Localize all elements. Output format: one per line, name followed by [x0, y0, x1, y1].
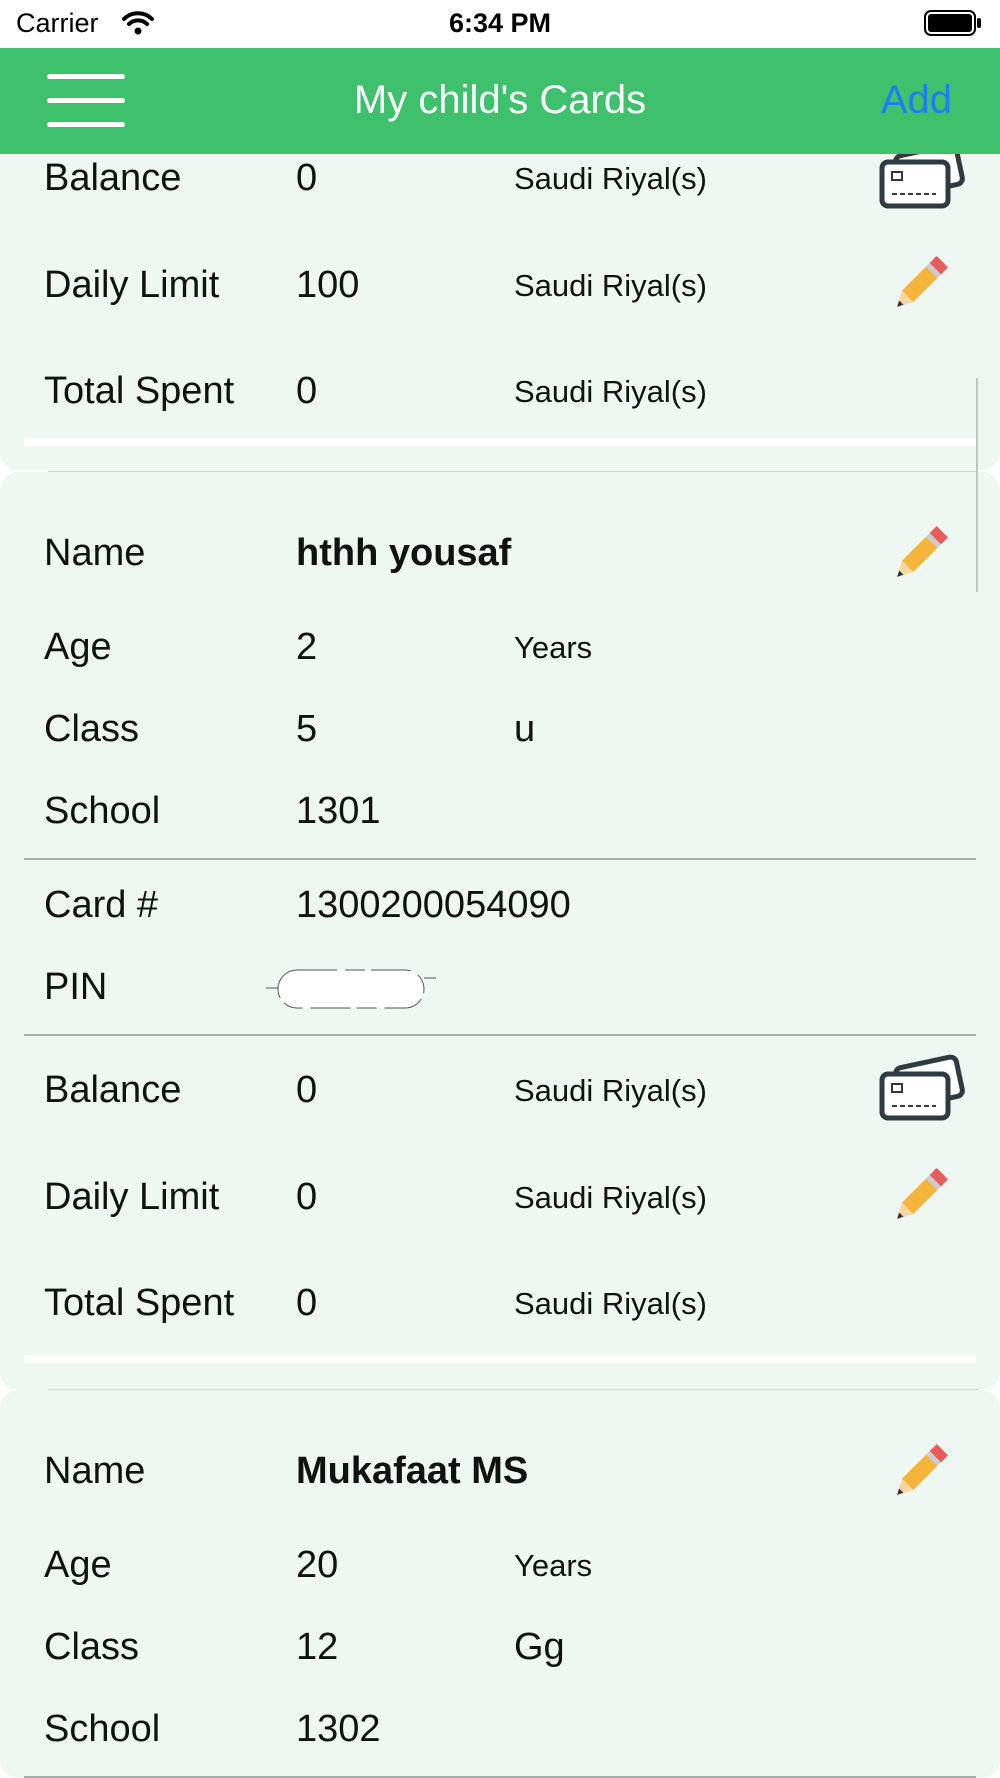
daily-limit-row: Daily Limit 100 Saudi Riyal(s) [0, 256, 1000, 316]
balance-label: Balance [44, 1069, 182, 1111]
total-spent-value: 0 [296, 370, 318, 412]
child-card: Name Mukafaat MS Age 20 Years Class 12 G… [0, 1390, 1000, 1778]
age-label: Age [44, 626, 112, 668]
balance-value: 0 [296, 157, 318, 199]
age-row: Age 2 Years [0, 618, 1000, 678]
total-spent-value: 0 [296, 1282, 318, 1324]
battery-icon [924, 10, 982, 36]
edit-limit-pencil-icon[interactable] [884, 250, 954, 325]
age-row: Age 20 Years [0, 1536, 1000, 1596]
school-row: School 1302 [0, 1700, 1000, 1760]
class-row: Class 5 u [0, 700, 1000, 760]
section-value: u [514, 708, 536, 750]
class-value: 12 [296, 1626, 339, 1668]
divider [24, 858, 976, 860]
currency-label: Saudi Riyal(s) [514, 268, 707, 303]
years-label: Years [514, 630, 593, 665]
currency-label: Saudi Riyal(s) [514, 1073, 707, 1108]
nav-bar: My child's Cards Add [0, 48, 1000, 154]
school-row: School 1301 [0, 782, 1000, 842]
daily-limit-value: 0 [296, 1176, 318, 1218]
age-value: 2 [296, 626, 318, 668]
class-label: Class [44, 708, 140, 750]
currency-label: Saudi Riyal(s) [514, 161, 707, 196]
school-label: School [44, 790, 161, 832]
daily-limit-value: 100 [296, 264, 360, 306]
daily-limit-label: Daily Limit [44, 1176, 220, 1218]
card-footer [24, 1355, 976, 1363]
class-value: 5 [296, 708, 318, 750]
balance-row: Balance 0 Saudi Riyal(s) [0, 1061, 1000, 1121]
currency-label: Saudi Riyal(s) [514, 1180, 707, 1215]
wallet-icon[interactable] [878, 1052, 966, 1137]
status-bar: Carrier 6:34 PM [0, 0, 1000, 48]
balance-label: Balance [44, 157, 182, 199]
section-value: Gg [514, 1626, 565, 1668]
class-label: Class [44, 1626, 140, 1668]
pin-field[interactable] [266, 968, 436, 1010]
card-number-row: Card # 1300200054090 [0, 876, 1000, 936]
total-spent-label: Total Spent [44, 370, 235, 412]
cards-list[interactable]: Balance 0 Saudi Riyal(s) Daily Limit 100… [0, 0, 1000, 1778]
divider [24, 1034, 976, 1036]
edit-child-pencil-icon[interactable] [884, 1438, 954, 1513]
name-label: Name [44, 1450, 146, 1492]
card-number-value: 1300200054090 [296, 884, 571, 926]
class-row: Class 12 Gg [0, 1618, 1000, 1678]
add-button[interactable]: Add [881, 78, 952, 123]
child-name: hthh yousaf [296, 532, 512, 574]
years-label: Years [514, 1548, 593, 1583]
name-row: Name Mukafaat MS [0, 1442, 1000, 1502]
name-label: Name [44, 532, 146, 574]
edit-child-pencil-icon[interactable] [884, 520, 954, 595]
daily-limit-label: Daily Limit [44, 264, 220, 306]
currency-label: Saudi Riyal(s) [514, 374, 707, 409]
age-value: 20 [296, 1544, 339, 1586]
page-title: My child's Cards [353, 78, 647, 122]
total-spent-row: Total Spent 0 Saudi Riyal(s) [0, 362, 1000, 422]
age-label: Age [44, 1544, 112, 1586]
scroll-indicator[interactable] [976, 378, 978, 592]
balance-value: 0 [296, 1069, 318, 1111]
currency-label: Saudi Riyal(s) [514, 1286, 707, 1321]
edit-limit-pencil-icon[interactable] [884, 1162, 954, 1237]
name-row: Name hthh yousaf [0, 524, 1000, 584]
card-footer [24, 438, 976, 446]
school-value: 1302 [296, 1708, 381, 1750]
child-name: Mukafaat MS [296, 1450, 529, 1492]
school-label: School [44, 1708, 161, 1750]
total-spent-row: Total Spent 0 Saudi Riyal(s) [0, 1274, 1000, 1334]
pin-row: PIN [0, 958, 1000, 1018]
total-spent-label: Total Spent [44, 1282, 235, 1324]
daily-limit-row: Daily Limit 0 Saudi Riyal(s) [0, 1168, 1000, 1228]
clock: 6:34 PM [448, 8, 552, 38]
card-number-label: Card # [44, 884, 159, 926]
balance-row: Balance 0 Saudi Riyal(s) [0, 149, 1000, 209]
pin-label: PIN [44, 966, 108, 1008]
school-value: 1301 [296, 790, 381, 832]
child-card: Name hthh yousaf Age 2 Years Class 5 u S… [0, 472, 1000, 1390]
